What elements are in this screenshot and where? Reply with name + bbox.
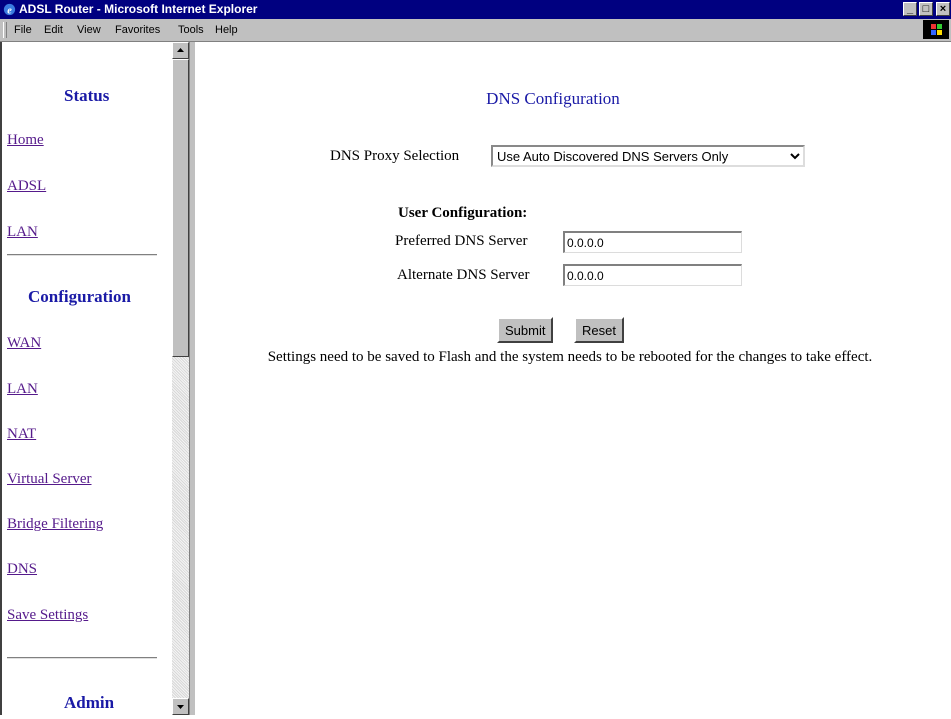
nav-link-home[interactable]: Home (7, 132, 44, 149)
preferred-dns-input[interactable] (563, 231, 742, 253)
nav-link-nat[interactable]: NAT (7, 426, 36, 443)
menu-favorites[interactable]: Favorites (115, 24, 160, 36)
user-config-heading: User Configuration: (398, 205, 528, 221)
nav-link-lan-status[interactable]: LAN (7, 224, 38, 241)
menu-edit[interactable]: Edit (44, 24, 63, 36)
nav-link-dns[interactable]: DNS (7, 561, 37, 578)
scroll-thumb[interactable] (172, 59, 189, 357)
svg-text:e: e (7, 5, 12, 16)
dns-proxy-select[interactable]: Use Auto Discovered DNS Servers Only (491, 145, 805, 167)
menu-view[interactable]: View (77, 24, 101, 36)
toolbar-grip (3, 22, 7, 38)
nav-link-save-settings[interactable]: Save Settings (7, 607, 88, 624)
scroll-down-button[interactable] (172, 698, 189, 715)
menu-help[interactable]: Help (215, 24, 238, 36)
nav-link-bridge-filtering[interactable]: Bridge Filtering (7, 516, 103, 533)
nav-heading-configuration: Configuration (28, 287, 131, 306)
preferred-dns-label: Preferred DNS Server (395, 233, 528, 249)
page-title: DNS Configuration (486, 89, 620, 108)
nav-scrollbar[interactable] (172, 42, 189, 715)
title-bar: e ADSL Router - Microsoft Internet Explo… (0, 0, 951, 19)
reset-button[interactable]: Reset (574, 317, 624, 343)
minimize-button[interactable]: _ (903, 2, 917, 16)
save-note: Settings need to be saved to Flash and t… (267, 349, 873, 365)
menu-bar: File Edit View Favorites Tools Help (0, 19, 951, 42)
windows-logo-icon (923, 20, 949, 39)
alternate-dns-input[interactable] (563, 264, 742, 286)
menu-tools[interactable]: Tools (178, 24, 204, 36)
arrow-down-icon (177, 705, 184, 709)
nav-link-wan[interactable]: WAN (7, 335, 41, 352)
nav-heading-admin: Admin (64, 693, 115, 712)
arrow-up-icon (177, 48, 184, 52)
dns-proxy-label: DNS Proxy Selection (330, 148, 460, 164)
nav-divider (7, 657, 157, 659)
menu-file[interactable]: File (14, 24, 32, 36)
alternate-dns-label: Alternate DNS Server (397, 267, 530, 283)
close-button[interactable]: × (936, 2, 950, 16)
maximize-button[interactable]: □ (919, 2, 933, 16)
main-frame: DNS Configuration DNS Proxy Selection Us… (195, 42, 951, 715)
nav-link-virtual-server[interactable]: Virtual Server (7, 471, 92, 488)
nav-link-lan[interactable]: LAN (7, 381, 38, 398)
scroll-up-button[interactable] (172, 42, 189, 59)
nav-divider (7, 254, 157, 256)
ie-icon: e (3, 3, 16, 16)
nav-frame: Status Home ADSL LAN Configuration WAN L… (0, 42, 172, 715)
submit-button[interactable]: Submit (497, 317, 554, 343)
nav-link-adsl[interactable]: ADSL (7, 178, 46, 195)
window-title: ADSL Router - Microsoft Internet Explore… (19, 2, 258, 16)
nav-heading-status: Status (64, 86, 110, 105)
